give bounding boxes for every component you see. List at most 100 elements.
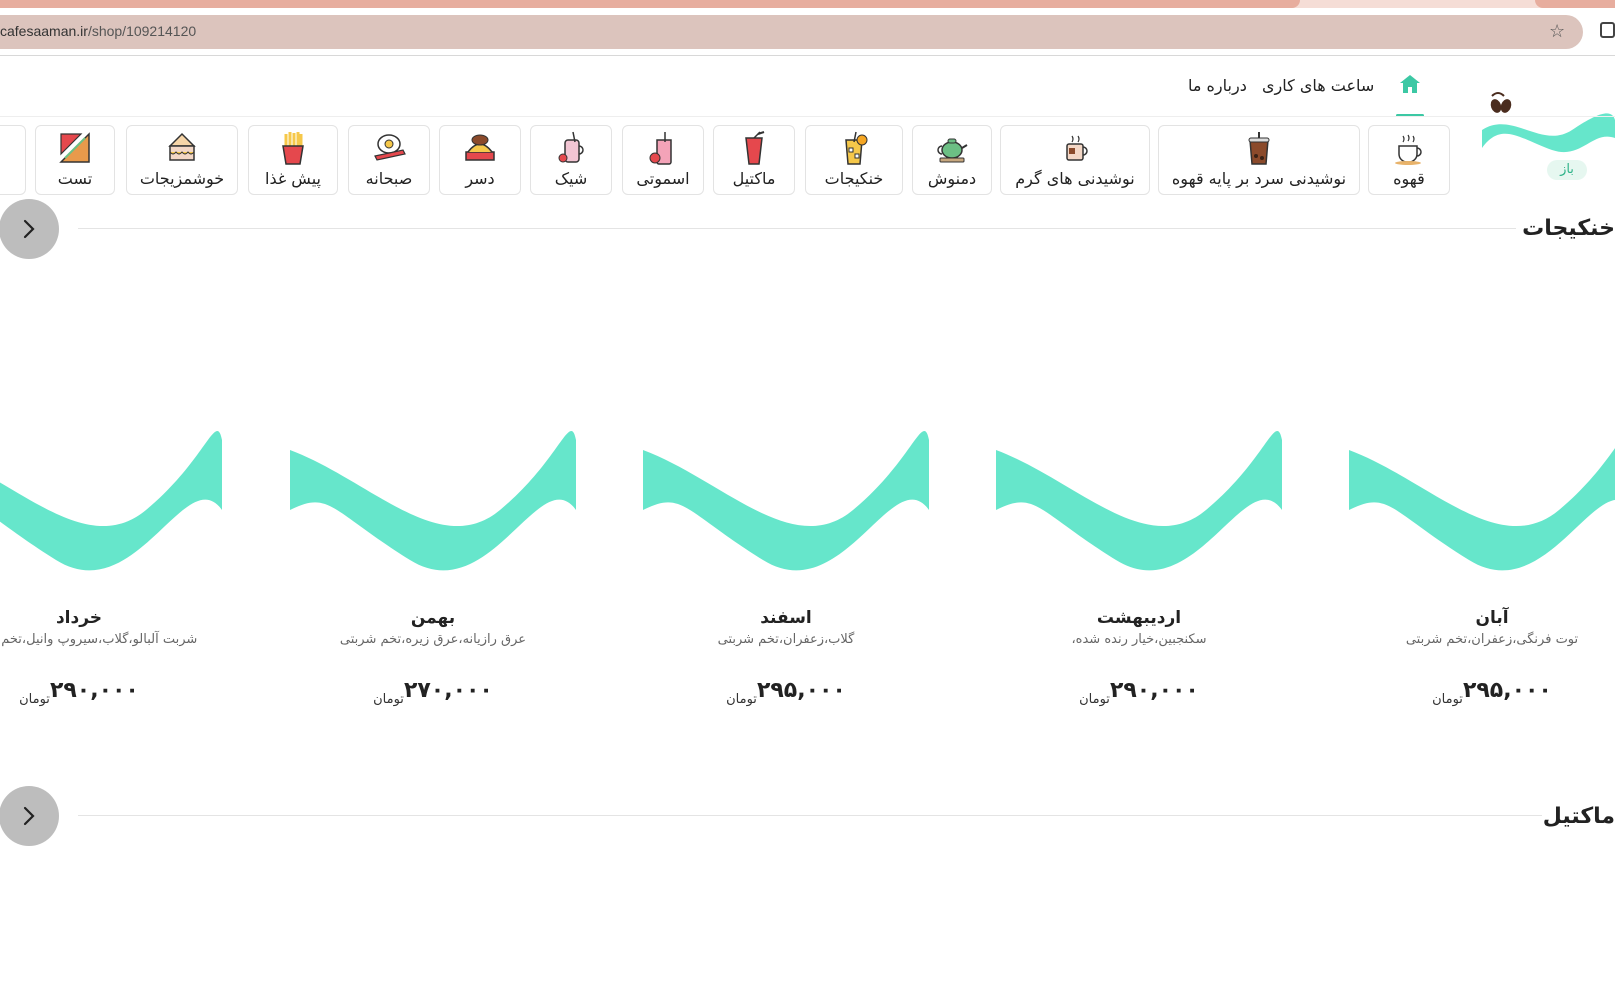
status-badge: باز: [1547, 160, 1587, 180]
chevron-right-icon: [23, 219, 35, 239]
carousel-next-button[interactable]: [0, 786, 59, 846]
category-label: تست: [57, 169, 93, 188]
product-description: سکنجبین،خیار رنده شده،: [1071, 632, 1207, 647]
price-value: ۲۹۵,۰۰۰: [1462, 678, 1552, 703]
teapot-icon: [937, 138, 968, 163]
category-label: ماکتیل: [732, 169, 776, 188]
price-currency: تومان: [373, 692, 404, 707]
product-image: [996, 430, 1282, 571]
section-title: خنکیجات: [1522, 216, 1615, 241]
product-price: ۲۷۰,۰۰۰تومان: [290, 678, 576, 707]
category-label: دمنوش: [927, 169, 977, 188]
home-tab[interactable]: [1396, 72, 1424, 117]
section-divider: [78, 228, 1516, 229]
breakfast-icon: [374, 134, 406, 161]
carousel-next-button[interactable]: [0, 199, 59, 259]
hot-drink-icon: [1066, 135, 1088, 161]
category-label: خوشمزیجات: [139, 169, 225, 188]
mocktail-icon: [745, 131, 765, 165]
extensions-icon[interactable]: [1600, 22, 1615, 38]
nav-about-link[interactable]: درباره ما: [1188, 76, 1247, 95]
category-label: اسموتی: [636, 169, 690, 188]
nav-divider: [0, 116, 1615, 117]
category-label: شیک: [554, 169, 588, 188]
category-appetizer[interactable]: پیش غذا: [248, 125, 338, 195]
price-value: ۲۷۰,۰۰۰: [403, 678, 493, 703]
fries-icon: [282, 132, 304, 165]
product-image: [290, 430, 576, 571]
price-currency: تومان: [1432, 692, 1463, 707]
price-value: ۲۹۰,۰۰۰: [49, 678, 139, 703]
product-card[interactable]: اسفند گلاب،زعفران،تخم شربتی ۲۹۵,۰۰۰تومان: [643, 420, 929, 720]
category-cold-drinks[interactable]: خنکیجات: [805, 125, 903, 195]
browser-tab[interactable]: [1535, 0, 1615, 8]
product-name: اردیبهشت: [1096, 608, 1182, 628]
lemonade-icon: [845, 131, 868, 165]
category-label: قهوه: [1393, 169, 1425, 188]
home-icon: [1400, 75, 1420, 93]
category-mocktail[interactable]: ماکتیل: [713, 125, 795, 195]
category-label: نوشیدنی سرد بر پایه قهوه: [1171, 169, 1347, 188]
category-hot-drinks[interactable]: نوشیدنی های گرم: [1000, 125, 1150, 195]
product-name: اسفند: [760, 608, 812, 628]
category-coffee[interactable]: قهوه: [1368, 125, 1450, 195]
section-divider: [78, 815, 1542, 816]
coffee-bean-icon: [1490, 92, 1512, 113]
product-card[interactable]: بهمن عرق رازیانه،عرق زیره،تخم شربتی ۲۷۰,…: [290, 420, 576, 720]
url-text[interactable]: cafesaaman.ir/shop/109214120: [0, 23, 196, 39]
category-smoothie[interactable]: اسموتی: [622, 125, 704, 195]
product-card[interactable]: خرداد شربت آلبالو،گلاب،سیروپ وانیل،تخم ش…: [0, 420, 222, 720]
product-description: گلاب،زعفران،تخم شربتی: [717, 632, 855, 647]
section-title: ماکتیل: [1542, 804, 1615, 829]
chrome-divider: [0, 55, 1615, 56]
product-card[interactable]: اردیبهشت سکنجبین،خیار رنده شده، ۲۹۰,۰۰۰ت…: [996, 420, 1282, 720]
category-toast[interactable]: تست: [35, 125, 115, 195]
dessert-icon: [465, 134, 495, 161]
category-label: پیش غذا: [265, 169, 321, 188]
product-card[interactable]: آبان توت فرنگی،زعفران،تخم شربتی ۲۹۵,۰۰۰ت…: [1349, 420, 1615, 720]
product-name: بهمن: [410, 608, 456, 628]
category-herbal-tea[interactable]: دمنوش: [912, 125, 992, 195]
product-description: شربت آلبالو،گلاب،سیروپ وانیل،تخم شربتی: [0, 632, 198, 647]
category-label: خنکیجات: [824, 169, 884, 188]
category-iced-coffee[interactable]: نوشیدنی سرد بر پایه قهوه: [1158, 125, 1360, 195]
shake-icon: [558, 131, 584, 163]
category-label: صبحانه: [365, 169, 413, 188]
price-value: ۲۹۰,۰۰۰: [1109, 678, 1199, 703]
product-image: [643, 430, 929, 571]
category-more[interactable]: [0, 125, 26, 195]
price-currency: تومان: [1079, 692, 1110, 707]
product-price: ۲۹۰,۰۰۰تومان: [996, 678, 1282, 707]
url-host: cafesaaman.ir: [0, 23, 88, 39]
product-price: ۲۹۵,۰۰۰تومان: [1349, 678, 1615, 707]
category-treats[interactable]: خوشمزیجات: [126, 125, 238, 195]
chevron-right-icon: [23, 806, 35, 826]
sandwich-icon: [59, 132, 90, 163]
iced-coffee-icon: [1248, 132, 1270, 165]
address-bar[interactable]: cafesaaman.ir/shop/109214120 ☆: [0, 15, 1583, 49]
category-label: نوشیدنی های گرم: [1015, 169, 1135, 188]
cake-icon: [168, 132, 196, 161]
product-description: توت فرنگی،زعفران،تخم شربتی: [1405, 632, 1579, 647]
browser-tab[interactable]: [0, 0, 1300, 8]
coffee-cup-icon: [1395, 134, 1422, 165]
category-breakfast[interactable]: صبحانه: [348, 125, 430, 195]
product-name: آبان: [1475, 608, 1509, 628]
url-path: /shop/109214120: [87, 23, 197, 39]
price-currency: تومان: [726, 692, 757, 707]
nav-hours-link[interactable]: ساعت های کاری: [1262, 76, 1374, 95]
price-value: ۲۹۵,۰۰۰: [756, 678, 846, 703]
category-dessert[interactable]: دسر: [439, 125, 521, 195]
category-shake[interactable]: شیک: [530, 125, 612, 195]
product-price: ۲۹۰,۰۰۰تومان: [0, 678, 222, 707]
browser-tab-strip: [0, 0, 1615, 8]
product-image: [0, 431, 222, 571]
smoothie-icon: [649, 132, 672, 165]
category-label: دسر: [465, 169, 495, 188]
product-name: خرداد: [55, 608, 103, 628]
product-image: [1349, 448, 1615, 571]
product-price: ۲۹۵,۰۰۰تومان: [643, 678, 929, 707]
product-description: عرق رازیانه،عرق زیره،تخم شربتی: [339, 632, 527, 647]
bookmark-star-icon[interactable]: ☆: [1549, 21, 1565, 42]
price-currency: تومان: [19, 692, 50, 707]
